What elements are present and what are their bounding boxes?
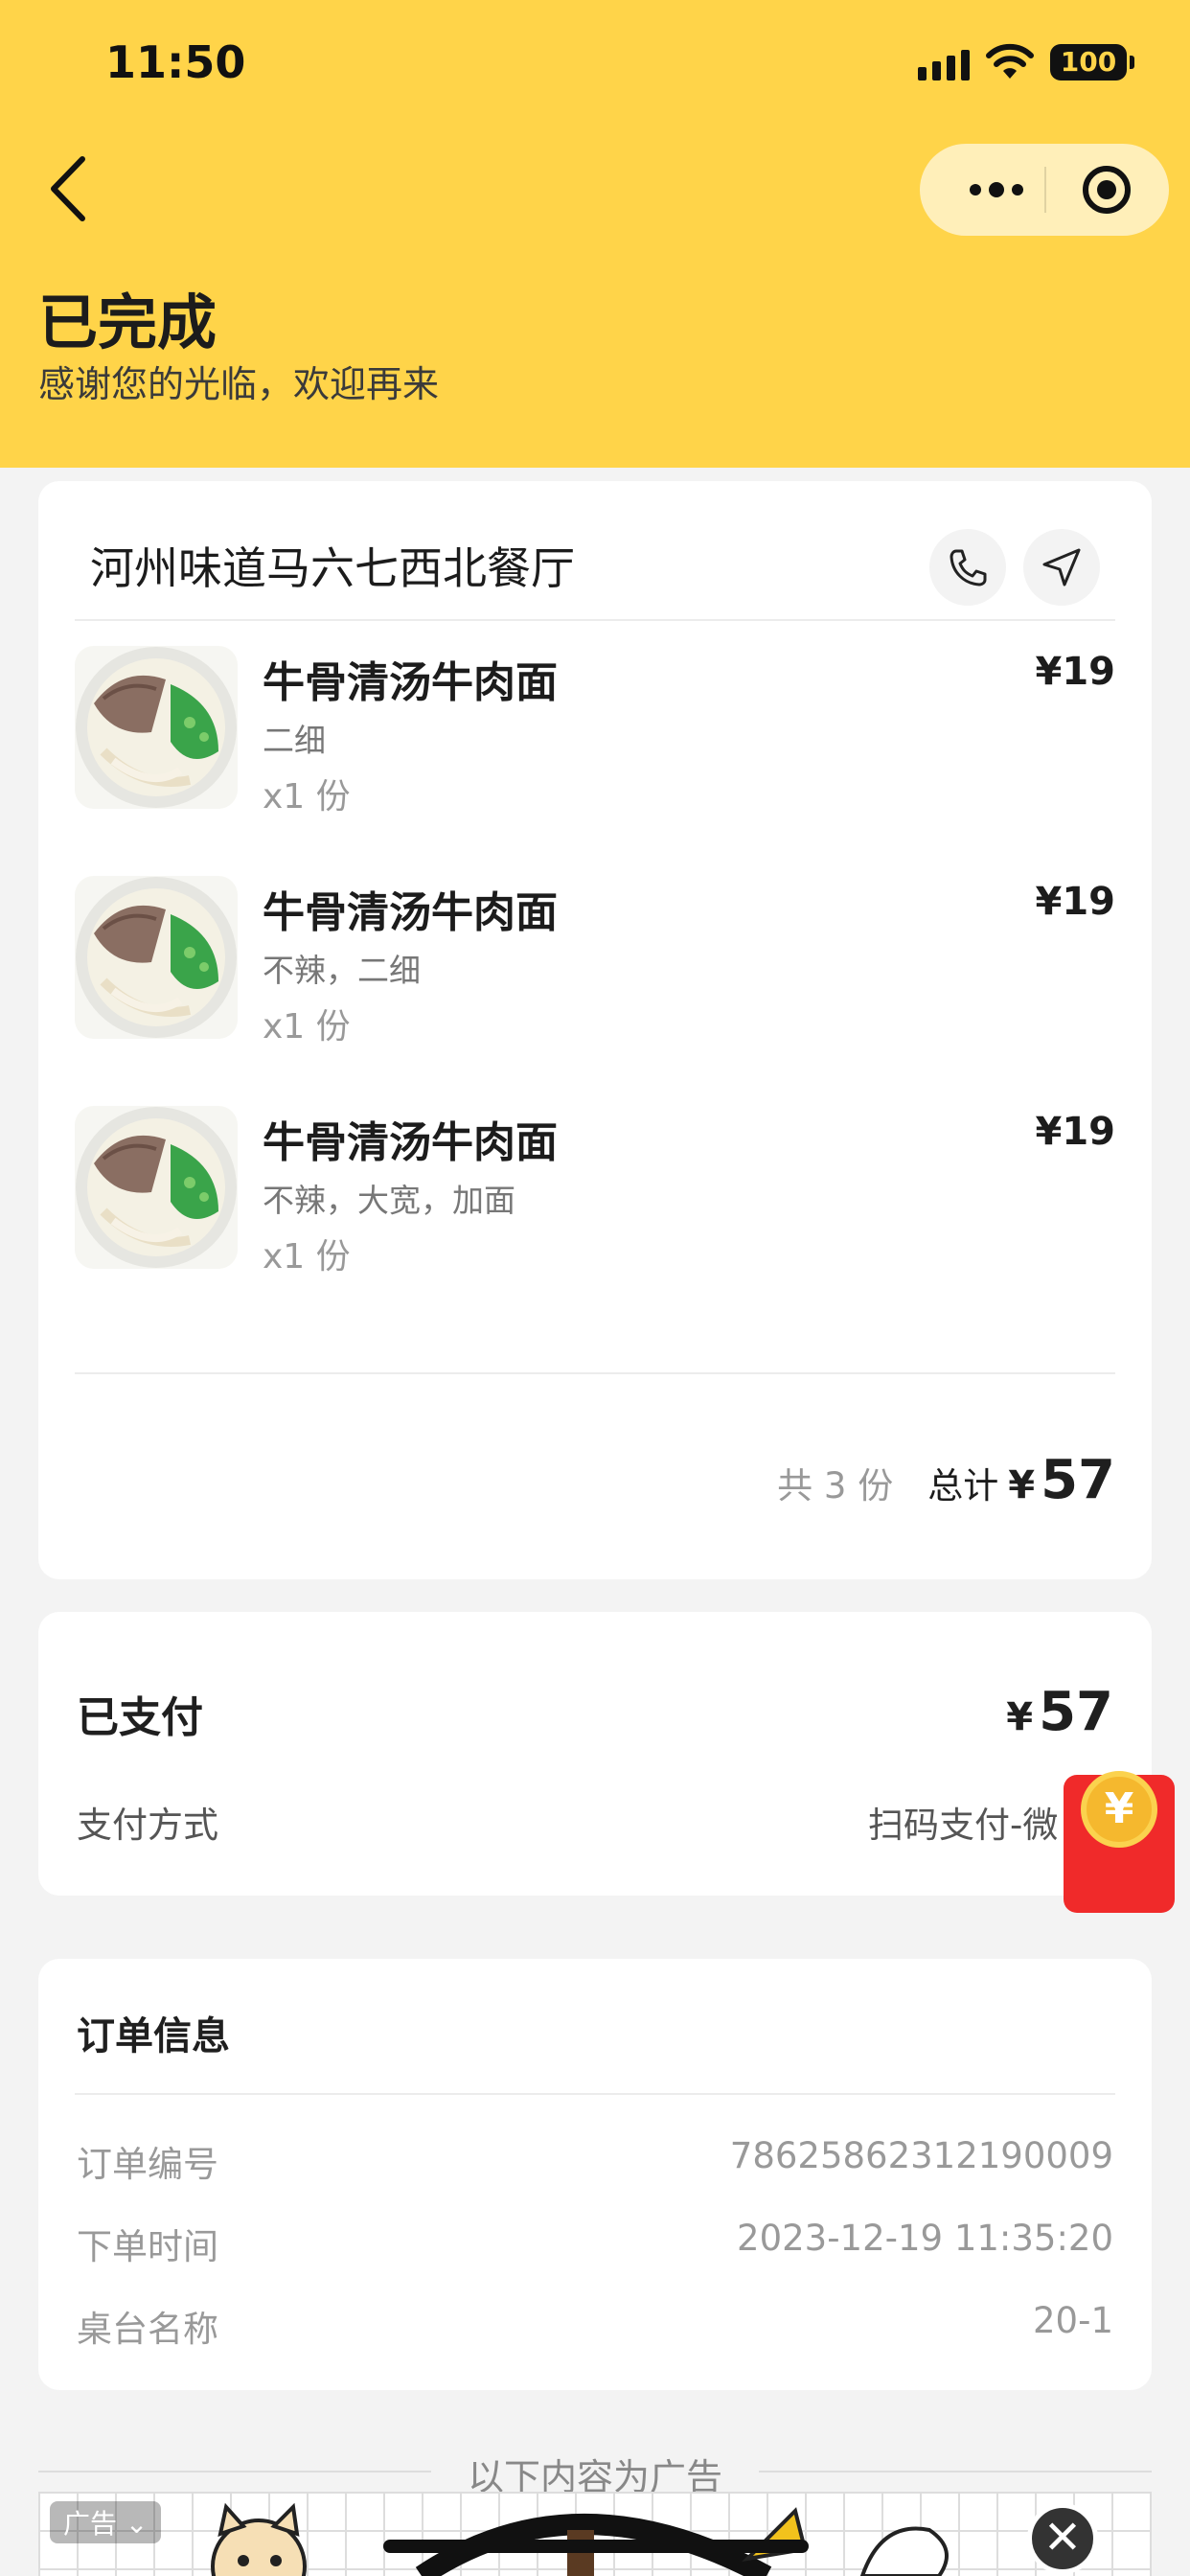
info-label: 下单时间	[77, 2226, 218, 2267]
more-dots-icon	[970, 184, 981, 196]
battery-icon: 100	[1050, 44, 1134, 80]
close-ad-button[interactable]: ✕	[1027, 2503, 1098, 2574]
order-summary: 共 3 份 总计 ¥ 57	[777, 1449, 1115, 1511]
order-item: 牛骨清汤牛肉面 不辣，二细 x1 份 ¥19	[75, 876, 1115, 1048]
capsule-divider	[1044, 167, 1046, 213]
item-name: 牛骨清汤牛肉面	[263, 888, 558, 937]
item-quantity: x1 份	[263, 1237, 351, 1276]
payment-card: 已支付 ¥ 57 支付方式 扫码支付-微	[38, 1612, 1152, 1896]
item-spec: 二细	[263, 722, 326, 759]
status-bar: 11:50 100	[0, 0, 1190, 134]
ad-divider: 以下内容为广告	[38, 2448, 1152, 2498]
info-label: 桌台名称	[77, 2309, 218, 2350]
total-amount: 57	[1041, 1449, 1115, 1511]
paid-value: 57	[1039, 1681, 1113, 1743]
mini-program-capsule	[920, 144, 1169, 236]
page-title: 已完成	[38, 288, 217, 357]
item-spec: 不辣，大宽，加面	[263, 1182, 515, 1219]
order-info-title: 订单信息	[77, 2014, 230, 2058]
ad-illustration	[211, 2502, 949, 2576]
ad-tag[interactable]: 广告 ⌄	[50, 2501, 162, 2543]
item-name: 牛骨清汤牛肉面	[263, 1118, 558, 1167]
item-price: ¥19	[1035, 1110, 1116, 1154]
divider	[75, 619, 1115, 621]
table-name-row: 桌台名称 20-1	[77, 2300, 1113, 2350]
item-price: ¥19	[1035, 650, 1116, 694]
currency-symbol: ¥	[1006, 1695, 1034, 1739]
total-label: 总计	[927, 1465, 999, 1506]
item-quantity: x1 份	[263, 777, 351, 816]
cellular-signal-icon	[918, 50, 970, 80]
header: 11:50 100 已完成 感谢您的光临，欢迎再来	[0, 0, 1190, 468]
paid-amount: ¥ 57	[1006, 1681, 1113, 1743]
item-name: 牛骨清汤牛肉面	[263, 658, 558, 707]
order-item: 牛骨清汤牛肉面 不辣，大宽，加面 x1 份 ¥19	[75, 1106, 1115, 1278]
call-button[interactable]	[929, 529, 1006, 606]
currency-symbol: ¥	[1008, 1463, 1036, 1507]
item-quantity: x1 份	[263, 1007, 351, 1046]
divider	[75, 1372, 1115, 1374]
back-button[interactable]	[46, 153, 94, 224]
red-packet-button[interactable]: ¥	[1064, 1771, 1175, 1913]
order-item: 牛骨清汤牛肉面 二细 x1 份 ¥19	[75, 646, 1115, 818]
order-time-row: 下单时间 2023-12-19 11:35:20	[77, 2218, 1113, 2267]
order-time: 2023-12-19 11:35:20	[737, 2218, 1113, 2259]
order-number-row: 订单编号 78625862312190009	[77, 2135, 1113, 2185]
order-card: 河州味道马六七西北餐厅 牛骨清汤牛肉面 二细 x1 份 ¥19 牛骨清汤牛肉面 …	[38, 481, 1152, 1579]
order-number: 78625862312190009	[729, 2135, 1113, 2176]
item-image	[75, 1106, 238, 1269]
home-indicator	[383, 2540, 809, 2553]
item-price: ¥19	[1035, 880, 1116, 924]
payment-method-label: 支付方式	[77, 1805, 218, 1846]
navigation-arrow-icon	[1042, 548, 1081, 586]
more-options-button[interactable]	[958, 171, 1035, 209]
item-spec: 不辣，二细	[263, 952, 421, 989]
status-time: 11:50	[105, 36, 246, 88]
payment-status: 已支付	[77, 1693, 203, 1742]
table-name: 20-1	[1033, 2300, 1113, 2341]
info-label: 订单编号	[77, 2144, 218, 2185]
shop-name: 河州味道马六七西北餐厅	[90, 542, 575, 594]
phone-icon	[950, 549, 987, 586]
item-count: 共 3 份	[777, 1465, 894, 1506]
red-packet-icon: ¥	[1081, 1771, 1157, 1848]
close-mini-program-button[interactable]	[1083, 166, 1131, 214]
navigate-button[interactable]	[1023, 529, 1100, 606]
order-info-card: 订单信息 订单编号 78625862312190009 下单时间 2023-12…	[38, 1959, 1152, 2390]
ad-banner[interactable]: 广告 ⌄	[38, 2492, 1152, 2576]
wifi-icon	[986, 43, 1034, 79]
divider	[75, 2093, 1115, 2095]
item-image	[75, 876, 238, 1039]
item-image	[75, 646, 238, 809]
page-subtitle: 感谢您的光临，欢迎再来	[38, 363, 440, 405]
